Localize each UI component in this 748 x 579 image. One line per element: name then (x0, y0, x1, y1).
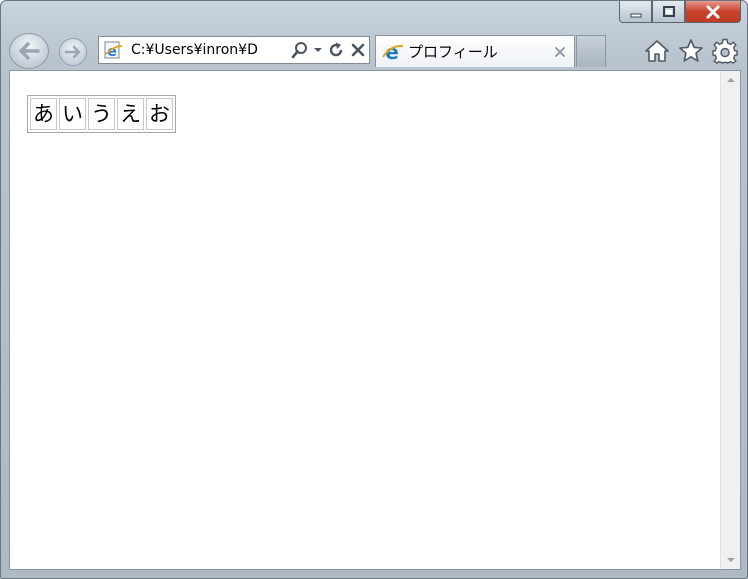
table-cell: い (59, 98, 86, 130)
address-bar[interactable]: e C:¥Users¥inron¥D (98, 36, 370, 64)
table-cell: う (88, 98, 115, 130)
tab-profile[interactable]: e プロフィール (375, 35, 575, 67)
command-icons (643, 37, 739, 65)
address-text[interactable]: C:¥Users¥inron¥D (131, 42, 289, 58)
favorites-button[interactable] (677, 37, 705, 65)
back-arrow-icon (19, 42, 40, 60)
forward-button[interactable] (59, 38, 87, 66)
search-button[interactable] (289, 39, 311, 61)
page-viewport: あ い う え お (9, 70, 741, 570)
home-icon (645, 40, 669, 62)
maximize-button[interactable] (652, 1, 685, 23)
character-table: あ い う え お (27, 95, 176, 133)
ie-logo-icon: e (103, 39, 125, 61)
table-cell: お (146, 98, 173, 130)
browser-window: e C:¥Users¥inron¥D e プロフィール あ い う え お (0, 0, 748, 579)
chevron-down-icon (727, 558, 735, 562)
tab-title: プロフィール (408, 43, 498, 61)
close-icon (706, 5, 720, 18)
navigation-toolbar: e C:¥Users¥inron¥D e プロフィール (7, 31, 741, 69)
refresh-icon (329, 42, 343, 57)
tools-button[interactable] (711, 37, 739, 65)
chevron-down-icon (314, 48, 322, 52)
gear-icon (712, 38, 738, 64)
scroll-down-button[interactable] (721, 551, 741, 569)
close-icon (555, 46, 565, 57)
table-cell: え (117, 98, 144, 130)
table-row: あ い う え お (30, 98, 173, 130)
minimize-icon (630, 13, 641, 17)
scroll-track[interactable] (723, 91, 739, 549)
address-dropdown-button[interactable] (311, 39, 325, 61)
caption-buttons (619, 1, 741, 23)
search-icon (291, 42, 307, 59)
table-cell: あ (30, 98, 57, 130)
refresh-button[interactable] (325, 39, 347, 61)
close-window-button[interactable] (685, 1, 741, 23)
new-tab-button[interactable] (576, 35, 606, 67)
vertical-scrollbar[interactable] (720, 71, 740, 569)
forward-arrow-icon (64, 45, 81, 59)
tab-close-button[interactable] (550, 42, 570, 62)
minimize-button[interactable] (619, 1, 652, 23)
stop-button[interactable] (347, 39, 369, 61)
ie-logo-icon: e (382, 41, 404, 63)
home-button[interactable] (643, 37, 671, 65)
back-button[interactable] (9, 33, 49, 69)
star-icon (679, 39, 703, 62)
page-content: あ い う え お (10, 71, 720, 569)
scroll-up-button[interactable] (721, 71, 741, 89)
chevron-up-icon (727, 78, 735, 82)
stop-icon (351, 43, 365, 57)
maximize-icon (662, 5, 675, 17)
